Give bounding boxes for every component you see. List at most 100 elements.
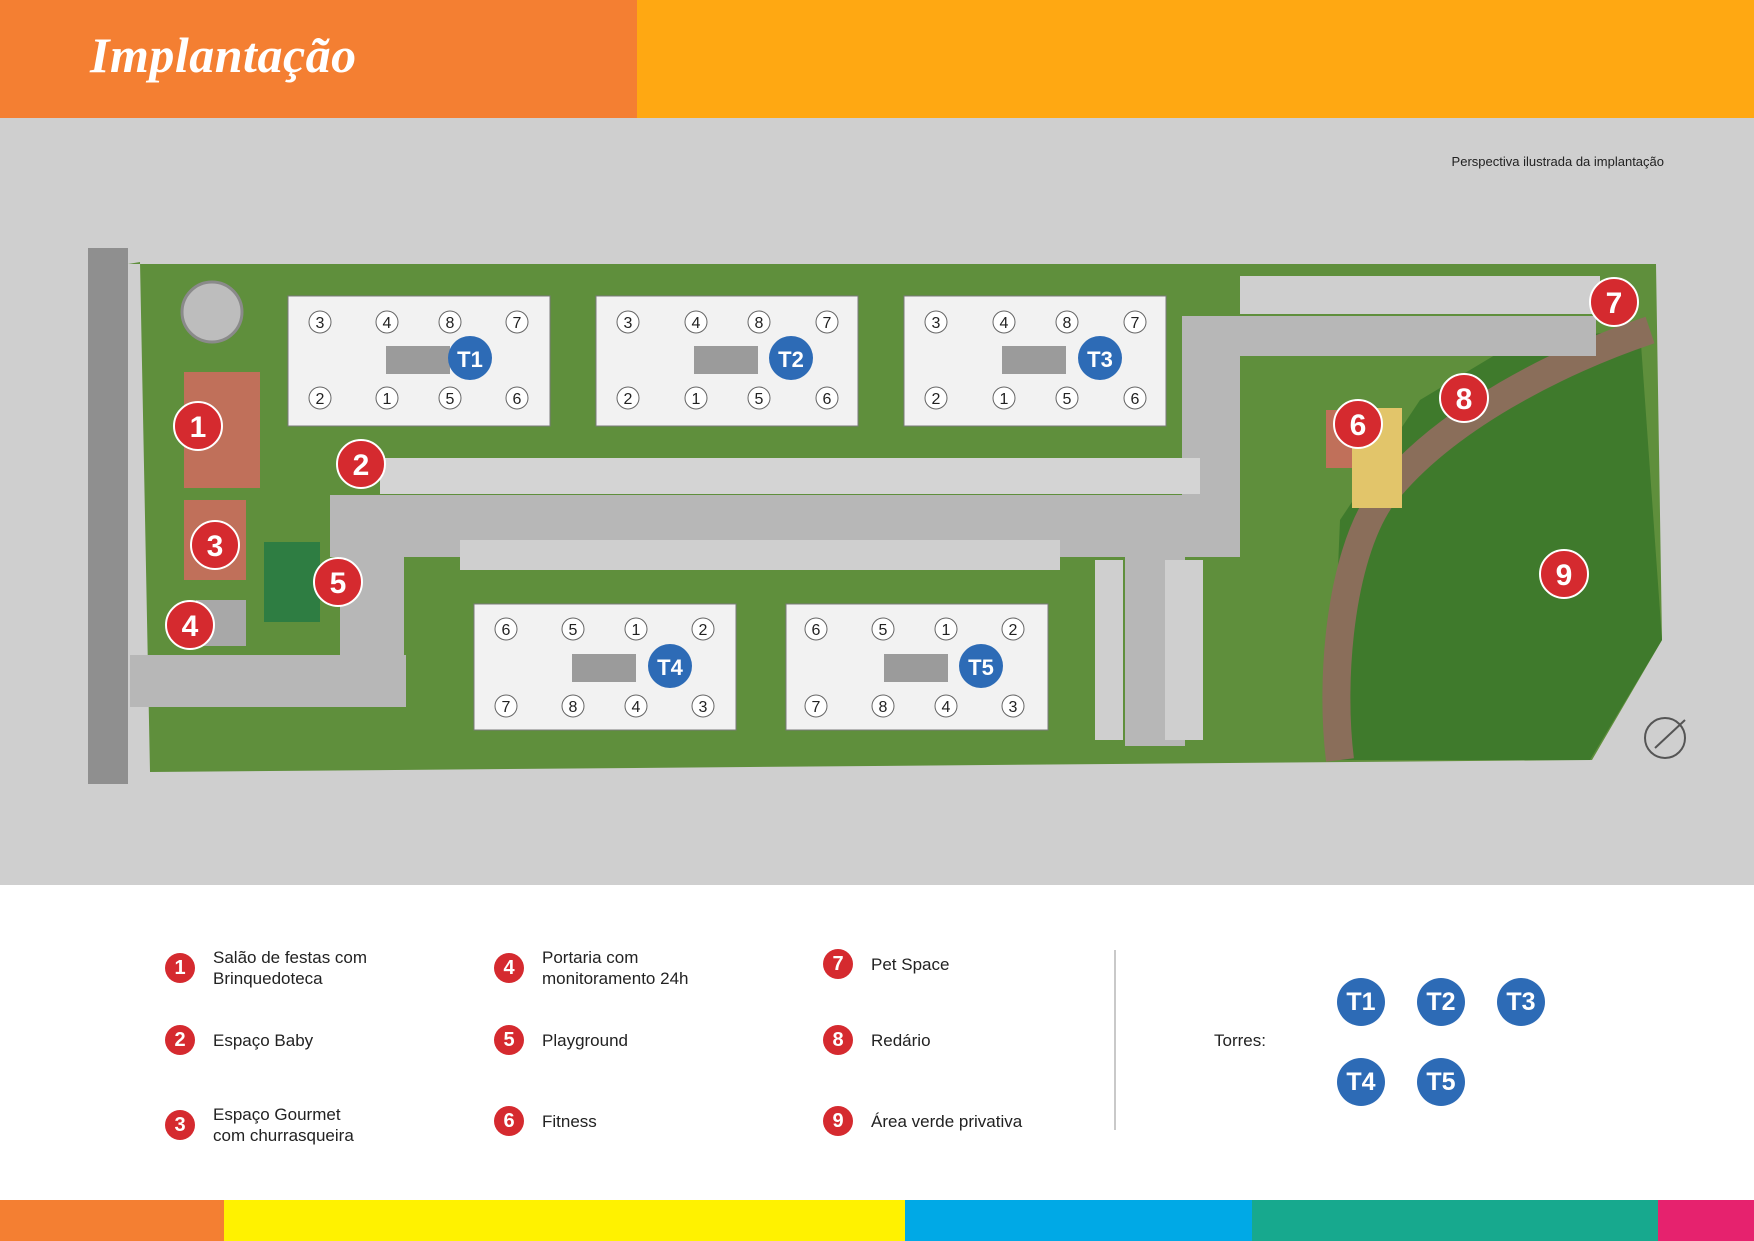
unit-number-label: 4	[632, 699, 641, 716]
legend-item-4: 4 Portaria com monitoramento 24h	[494, 947, 688, 989]
legend-item-8: 8 Redário	[823, 1025, 931, 1055]
unit-number-t5-top-4: 2	[1001, 617, 1025, 641]
unit-number-label: 7	[502, 699, 511, 716]
unit-number-label: 4	[1000, 315, 1009, 332]
torres-label: Torres:	[1214, 1031, 1266, 1050]
fountain	[180, 280, 244, 344]
legend-text-7: Pet Space	[871, 954, 950, 974]
parking-east-a	[1165, 560, 1203, 740]
unit-number-t2-bottom-4: 6	[815, 386, 839, 410]
unit-number-label: 1	[1000, 391, 1009, 408]
tower-t3-core	[1002, 346, 1066, 374]
unit-number-label: 4	[383, 315, 392, 332]
legend-text-5: Playground	[542, 1030, 629, 1050]
legend-tower-t3: T3	[1497, 978, 1545, 1026]
legend-badge-9: 9	[823, 1106, 853, 1136]
tower-t5-core	[884, 654, 948, 682]
unit-number-label: 3	[316, 315, 325, 332]
legend-badge-8: 8	[823, 1025, 853, 1055]
unit-number-label: 3	[624, 315, 633, 332]
parking-pet	[1240, 276, 1600, 314]
unit-number-label: 1	[383, 391, 392, 408]
marker-7-label: 7	[1606, 287, 1623, 320]
tower-t1-marker: T1	[448, 336, 492, 380]
unit-number-label: 8	[1063, 315, 1072, 332]
marker-6: 6	[1333, 399, 1383, 449]
legend-text-3: Espaço Gourmet com churrasqueira	[213, 1105, 354, 1145]
legend-tower-t2: T2	[1417, 978, 1465, 1026]
unit-number-t5-top-2: 5	[871, 617, 895, 641]
site-plan: 1 2 3 4 5 6 7 8 9 T1 T2 T3 T4 T5 3 4 8 7 2 1 5…	[88, 248, 1686, 784]
legend-item-1: 1 Salão de festas com Brinquedoteca	[165, 947, 367, 989]
unit-number-t2-bottom-2: 1	[684, 386, 708, 410]
marker-1-label: 1	[190, 411, 207, 444]
marker-7: 7	[1589, 277, 1639, 327]
unit-number-label: 1	[632, 622, 641, 639]
unit-number-t1-top-2: 4	[375, 310, 399, 334]
legend-item-9: 9 Área verde privativa	[823, 1106, 1022, 1136]
unit-number-label: 5	[569, 622, 578, 639]
footer-strip-orange	[0, 1200, 224, 1241]
tower-t2-marker: T2	[769, 336, 813, 380]
unit-number-t4-bottom-2: 8	[561, 694, 585, 718]
marker-3: 3	[190, 520, 240, 570]
legend-tower-t4: T4	[1337, 1058, 1385, 1106]
marker-9: 9	[1539, 549, 1589, 599]
unit-number-label: 5	[1063, 391, 1072, 408]
legend-badge-2: 2	[165, 1025, 195, 1055]
unit-number-t2-top-4: 7	[815, 310, 839, 334]
legend-item-2: 2 Espaço Baby	[165, 1025, 313, 1055]
tower-t3-marker: T3	[1078, 336, 1122, 380]
unit-number-label: 2	[316, 391, 325, 408]
unit-number-label: 6	[502, 622, 511, 639]
unit-number-label: 7	[812, 699, 821, 716]
unit-number-t4-bottom-4: 3	[691, 694, 715, 718]
parking-north	[380, 458, 1200, 494]
marker-5-label: 5	[330, 567, 347, 600]
unit-number-label: 3	[1009, 699, 1018, 716]
unit-number-t5-bottom-3: 4	[934, 694, 958, 718]
unit-number-label: 4	[692, 315, 701, 332]
unit-number-label: 8	[446, 315, 455, 332]
legend-item-7: 7 Pet Space	[823, 949, 949, 979]
playground-area	[264, 542, 320, 622]
unit-number-label: 3	[699, 699, 708, 716]
unit-number-label: 8	[569, 699, 578, 716]
marker-4-label: 4	[182, 610, 199, 643]
unit-number-label: 7	[823, 315, 832, 332]
pet-road	[1236, 316, 1596, 356]
marker-3-label: 3	[207, 530, 224, 563]
tower-t4-label: T4	[657, 655, 683, 680]
legend-badge-6: 6	[494, 1106, 524, 1136]
legend-text-9: Área verde privativa	[871, 1111, 1023, 1131]
unit-number-t1-bottom-4: 6	[505, 386, 529, 410]
tower-t1-core	[386, 346, 450, 374]
unit-number-t3-top-3: 8	[1055, 310, 1079, 334]
unit-number-t3-bottom-2: 1	[992, 386, 1016, 410]
unit-number-t5-bottom-4: 3	[1001, 694, 1025, 718]
unit-number-t2-top-2: 4	[684, 310, 708, 334]
parking-south	[460, 540, 1060, 570]
unit-number-t3-bottom-3: 5	[1055, 386, 1079, 410]
unit-number-label: 5	[446, 391, 455, 408]
unit-number-label: 8	[755, 315, 764, 332]
unit-number-t4-bottom-3: 4	[624, 694, 648, 718]
unit-number-label: 4	[942, 699, 951, 716]
compass-needle	[1654, 719, 1686, 749]
unit-number-t2-top-3: 8	[747, 310, 771, 334]
unit-number-t1-bottom-3: 5	[438, 386, 462, 410]
unit-number-t3-bottom-4: 6	[1123, 386, 1147, 410]
unit-number-t4-top-4: 2	[691, 617, 715, 641]
unit-number-t3-top-2: 4	[992, 310, 1016, 334]
legend-item-5: 5 Playground	[494, 1025, 628, 1055]
unit-number-t4-top-3: 1	[624, 617, 648, 641]
legend-badge-3: 3	[165, 1110, 195, 1140]
unit-number-label: 6	[1131, 391, 1140, 408]
unit-number-t2-bottom-1: 2	[616, 386, 640, 410]
unit-number-label: 5	[879, 622, 888, 639]
legend-divider	[1114, 950, 1116, 1130]
entrance-road	[130, 655, 406, 707]
marker-4: 4	[165, 600, 215, 650]
footer-strip-pink	[1658, 1200, 1754, 1241]
parking-east-b	[1095, 560, 1123, 740]
